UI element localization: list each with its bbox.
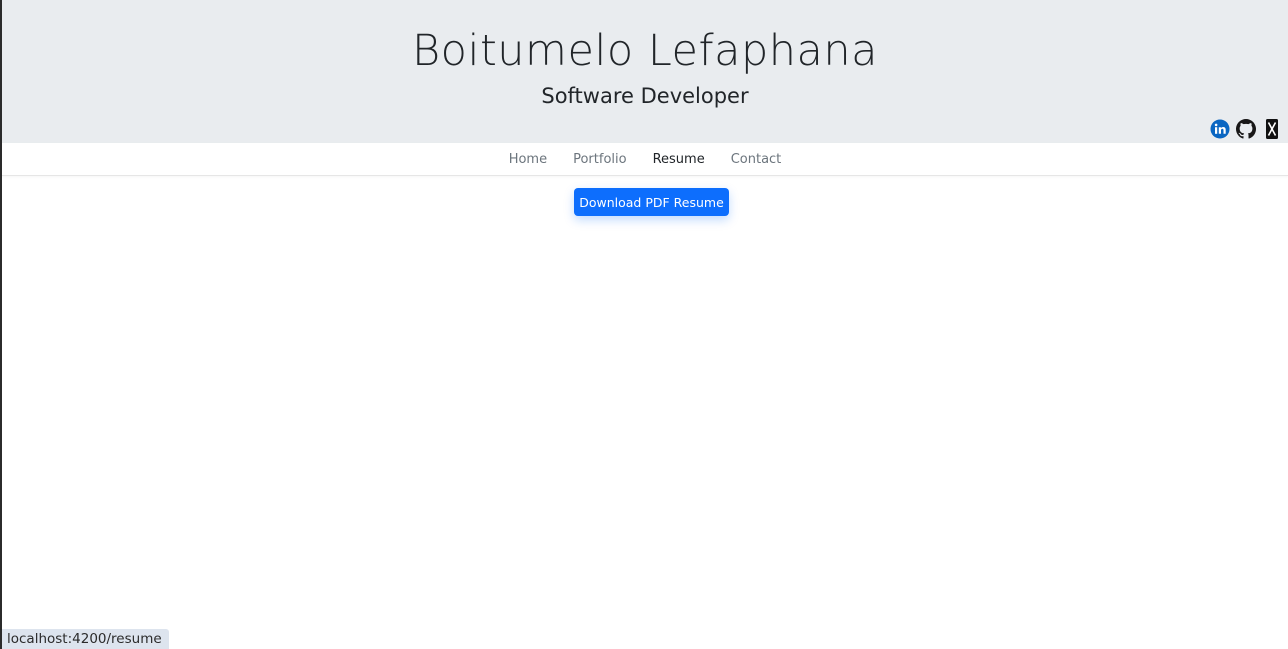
x-icon [1266, 119, 1278, 139]
browser-viewport: Boitumelo Lefaphana Software Developer H… [0, 0, 1288, 649]
nav-resume[interactable]: Resume [640, 143, 718, 176]
linkedin-icon [1210, 119, 1230, 139]
social-links [1210, 118, 1282, 140]
linkedin-link[interactable] [1210, 118, 1230, 140]
main-navbar: Home Portfolio Resume Contact [2, 143, 1288, 176]
nav-home[interactable]: Home [496, 143, 560, 176]
hero-name: Boitumelo Lefaphana [412, 26, 878, 76]
nav-contact[interactable]: Contact [718, 143, 795, 176]
x-link[interactable] [1262, 118, 1282, 140]
github-icon [1236, 119, 1256, 139]
hero-title: Software Developer [541, 84, 749, 108]
github-link[interactable] [1236, 118, 1256, 140]
hero-header: Boitumelo Lefaphana Software Developer [2, 0, 1288, 143]
nav-portfolio[interactable]: Portfolio [560, 143, 639, 176]
download-pdf-resume-button[interactable]: Download PDF Resume [574, 188, 729, 216]
status-bar-url: localhost:4200/resume [2, 629, 169, 649]
